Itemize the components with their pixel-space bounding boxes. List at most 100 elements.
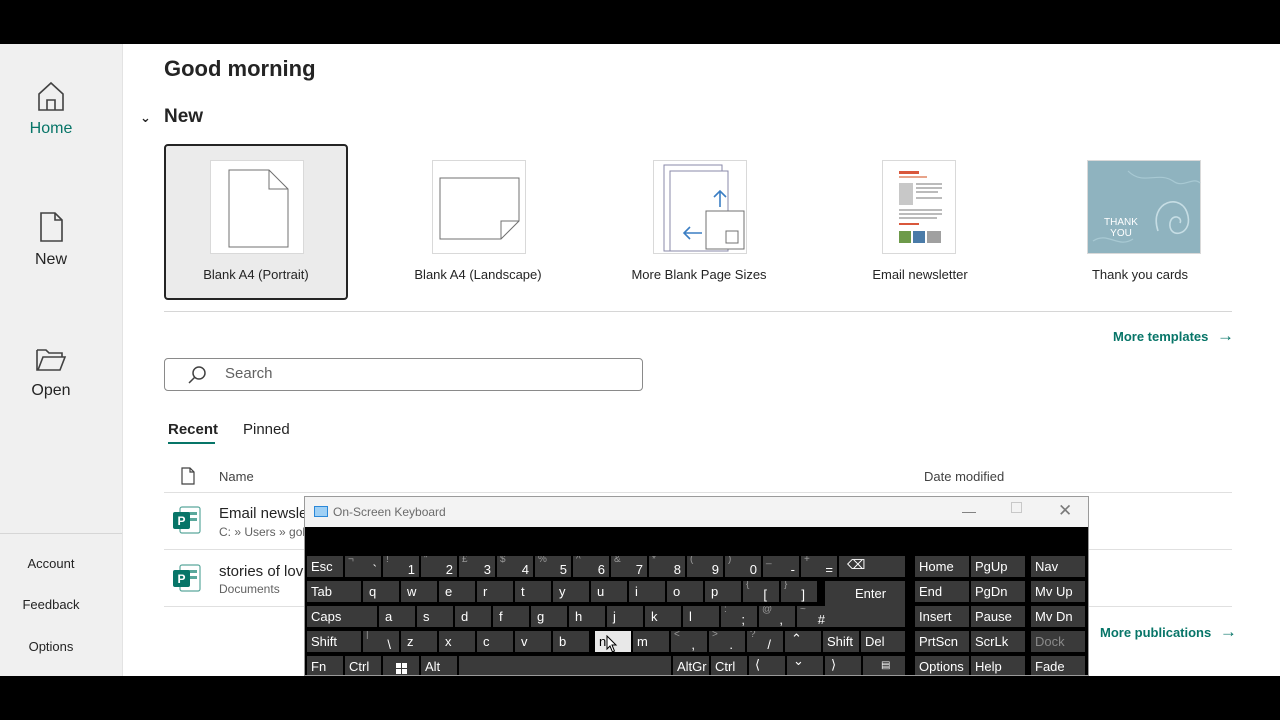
template-more-sizes[interactable]: More Blank Page Sizes bbox=[607, 144, 791, 300]
key-grave[interactable]: ¬ ` bbox=[345, 556, 381, 577]
key-dock[interactable]: Dock bbox=[1031, 631, 1085, 652]
template-blank-landscape[interactable]: Blank A4 (Landscape) bbox=[386, 144, 570, 300]
close-icon[interactable]: ✕ bbox=[1058, 501, 1072, 521]
template-thank-you-cards[interactable]: THANK YOU Thank you cards bbox=[1048, 144, 1232, 300]
key-del[interactable]: Del bbox=[861, 631, 905, 652]
key-6[interactable]: ^ 6 bbox=[573, 556, 609, 577]
key-9[interactable]: (9 bbox=[687, 556, 723, 577]
key-z[interactable]: z bbox=[401, 631, 437, 652]
key-l[interactable]: l bbox=[683, 606, 719, 627]
key-r[interactable]: r bbox=[477, 581, 513, 602]
key-b[interactable]: b bbox=[553, 631, 589, 652]
key-insert[interactable]: Insert bbox=[915, 606, 969, 627]
search-input[interactable] bbox=[225, 365, 625, 382]
osk-title-bar[interactable]: On-Screen Keyboard — ✕ bbox=[305, 497, 1088, 527]
more-publications-link[interactable]: More publications → bbox=[1100, 622, 1237, 642]
key-left-bracket[interactable]: {[ bbox=[743, 581, 779, 602]
key-w[interactable]: w bbox=[401, 581, 437, 602]
key-apostrophe[interactable]: @, bbox=[759, 606, 795, 627]
key-h[interactable]: h bbox=[569, 606, 605, 627]
key-pgup[interactable]: PgUp bbox=[971, 556, 1025, 577]
key-n[interactable]: n bbox=[595, 631, 631, 652]
key-prtscn[interactable]: PrtScn bbox=[915, 631, 969, 652]
key-comma[interactable]: <, bbox=[671, 631, 707, 652]
key-scrlk[interactable]: ScrLk bbox=[971, 631, 1025, 652]
key-x[interactable]: x bbox=[439, 631, 475, 652]
key-q[interactable]: q bbox=[363, 581, 399, 602]
key-1[interactable]: ! 1 bbox=[383, 556, 419, 577]
key-space[interactable] bbox=[459, 656, 671, 675]
maximize-icon[interactable] bbox=[1011, 502, 1022, 513]
key-2[interactable]: " 2 bbox=[421, 556, 457, 577]
key-options[interactable]: Options bbox=[915, 656, 969, 675]
column-header-name[interactable]: Name bbox=[219, 469, 254, 484]
key-arrow-left[interactable]: ⟨ bbox=[749, 656, 785, 675]
key-enter[interactable]: Enter bbox=[825, 581, 905, 627]
key-semicolon[interactable]: :; bbox=[721, 606, 757, 627]
key-caps[interactable]: Caps bbox=[307, 606, 377, 627]
nav-home[interactable]: Home bbox=[0, 80, 102, 138]
key-minus[interactable]: _ - bbox=[763, 556, 799, 577]
key-menu[interactable]: ▤ bbox=[863, 656, 905, 675]
tab-recent[interactable]: Recent bbox=[168, 421, 218, 438]
key-g[interactable]: g bbox=[531, 606, 567, 627]
key-backspace[interactable]: ⌫ bbox=[839, 556, 905, 577]
search-box[interactable] bbox=[164, 358, 643, 391]
key-mvup[interactable]: Mv Up bbox=[1031, 581, 1085, 602]
key-j[interactable]: j bbox=[607, 606, 643, 627]
key-arrow-down[interactable]: ⌄ bbox=[787, 656, 823, 675]
nav-open[interactable]: Open bbox=[0, 344, 102, 400]
key-nav[interactable]: Nav bbox=[1031, 556, 1085, 577]
key-i[interactable]: i bbox=[629, 581, 665, 602]
key-arrow-right[interactable]: ⟩ bbox=[825, 656, 861, 675]
nav-new[interactable]: New bbox=[0, 211, 102, 269]
key-o[interactable]: o bbox=[667, 581, 703, 602]
key-arrow-up[interactable]: ⌃ bbox=[785, 631, 821, 652]
key-alt[interactable]: Alt bbox=[421, 656, 457, 675]
key-pause[interactable]: Pause bbox=[971, 606, 1025, 627]
key-s[interactable]: s bbox=[417, 606, 453, 627]
key-e[interactable]: e bbox=[439, 581, 475, 602]
nav-options[interactable]: Options bbox=[0, 639, 102, 654]
key-esc[interactable]: Esc bbox=[307, 556, 343, 577]
key-ctrl-right[interactable]: Ctrl bbox=[711, 656, 747, 675]
key-3[interactable]: £3 bbox=[459, 556, 495, 577]
key-4[interactable]: $4 bbox=[497, 556, 533, 577]
key-end[interactable]: End bbox=[915, 581, 969, 602]
key-7[interactable]: & 7 bbox=[611, 556, 647, 577]
key-tab[interactable]: Tab bbox=[307, 581, 361, 602]
key-shift-right[interactable]: Shift bbox=[823, 631, 859, 652]
key-windows[interactable] bbox=[383, 656, 419, 675]
key-hash[interactable]: ~ # bbox=[797, 606, 833, 627]
key-equals[interactable]: + = bbox=[801, 556, 837, 577]
key-d[interactable]: d bbox=[455, 606, 491, 627]
key-t[interactable]: t bbox=[515, 581, 551, 602]
key-right-bracket[interactable]: }] bbox=[781, 581, 817, 602]
more-templates-link[interactable]: More templates → bbox=[1113, 326, 1234, 346]
key-help[interactable]: Help bbox=[971, 656, 1025, 675]
minimize-icon[interactable]: — bbox=[962, 503, 976, 519]
key-p[interactable]: p bbox=[705, 581, 741, 602]
key-altgr[interactable]: AltGr bbox=[673, 656, 709, 675]
nav-account[interactable]: Account bbox=[0, 556, 102, 571]
key-shift-left[interactable]: Shift bbox=[307, 631, 361, 652]
key-m[interactable]: m bbox=[633, 631, 669, 652]
key-c[interactable]: c bbox=[477, 631, 513, 652]
nav-feedback[interactable]: Feedback bbox=[0, 597, 102, 612]
key-backslash[interactable]: | \ bbox=[363, 631, 399, 652]
key-f[interactable]: f bbox=[493, 606, 529, 627]
key-v[interactable]: v bbox=[515, 631, 551, 652]
template-email-newsletter[interactable]: Email newsletter bbox=[828, 144, 1012, 300]
key-a[interactable]: a bbox=[379, 606, 415, 627]
key-fn[interactable]: Fn bbox=[307, 656, 343, 675]
key-k[interactable]: k bbox=[645, 606, 681, 627]
key-pgdn[interactable]: PgDn bbox=[971, 581, 1025, 602]
key-0[interactable]: ) 0 bbox=[725, 556, 761, 577]
key-home[interactable]: Home bbox=[915, 556, 969, 577]
key-slash[interactable]: ? / bbox=[747, 631, 783, 652]
column-header-date[interactable]: Date modified bbox=[924, 469, 1004, 484]
key-fade[interactable]: Fade bbox=[1031, 656, 1085, 675]
tab-pinned[interactable]: Pinned bbox=[243, 421, 290, 438]
key-y[interactable]: y bbox=[553, 581, 589, 602]
template-blank-portrait[interactable]: Blank A4 (Portrait) bbox=[164, 144, 348, 300]
